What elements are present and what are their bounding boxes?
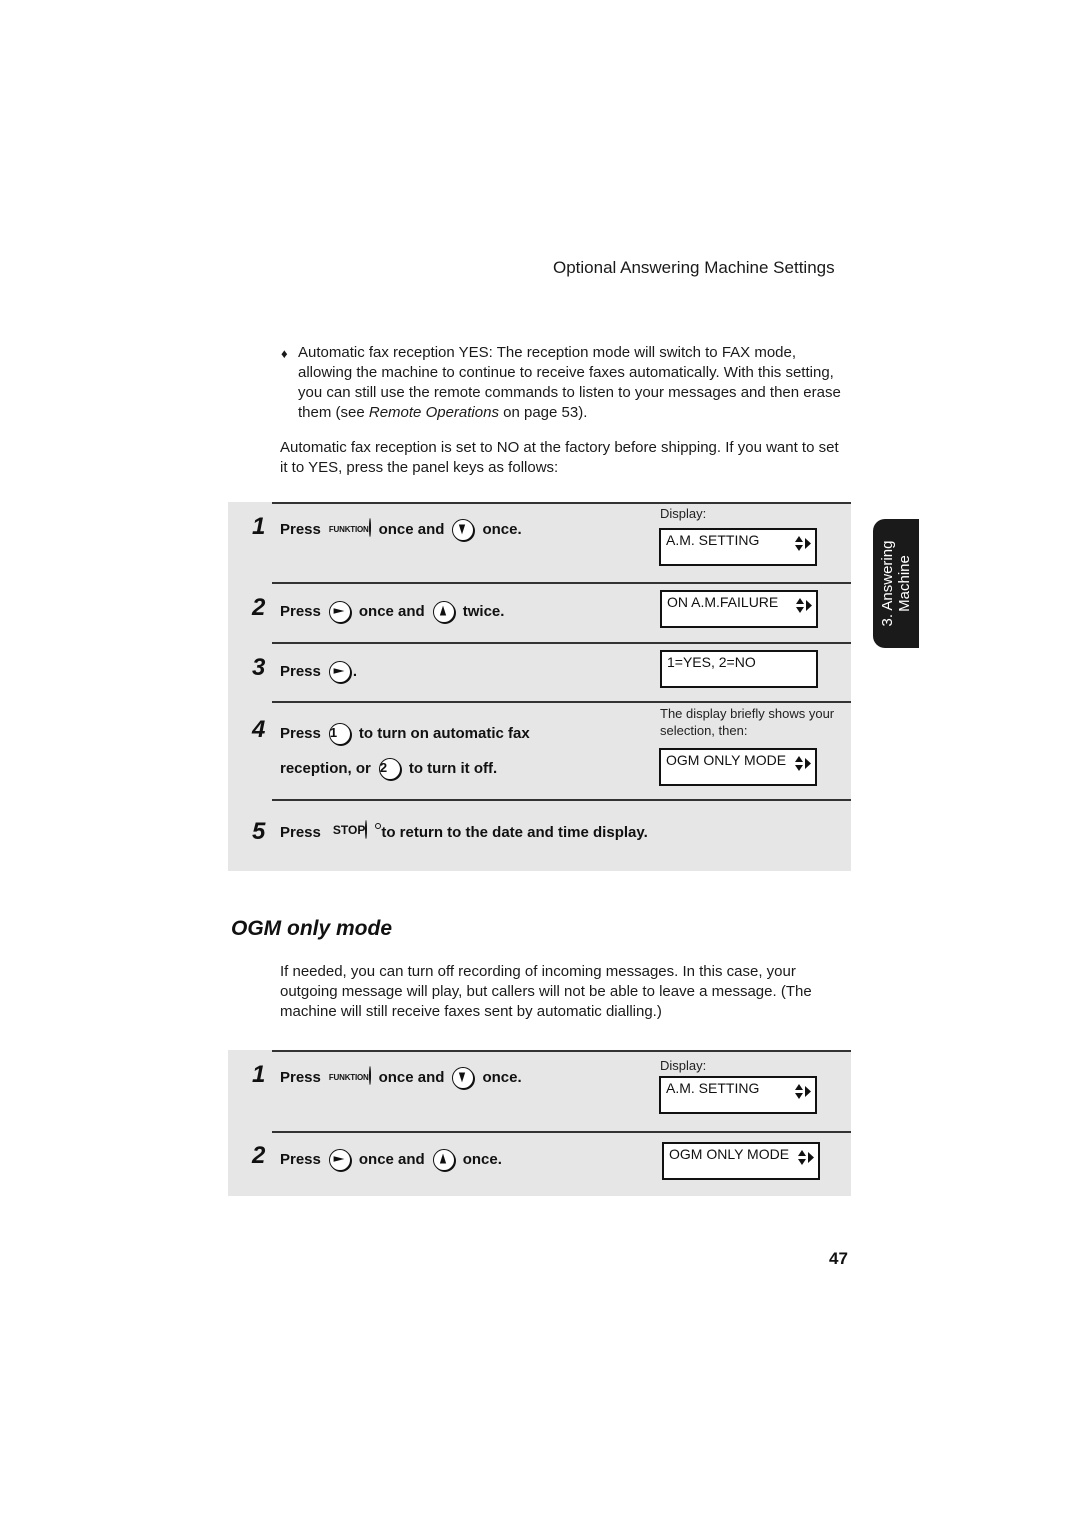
chapter-thumb-tab: 3. Answering Machine: [873, 519, 919, 648]
right-arrow-key-icon: [328, 601, 351, 623]
right-arrow-key-icon: [328, 661, 351, 683]
lcd-arrows-icon: [794, 754, 812, 774]
intro-paragraph: Automatic fax reception is set to NO at …: [280, 439, 839, 476]
step-1-instruction: Press FUNKTION once and once.: [280, 1065, 522, 1089]
display-caption: Display:: [660, 1058, 707, 1073]
bullet-diamond-icon: ♦: [281, 346, 288, 361]
step-2-instruction: Press once and twice.: [280, 600, 504, 623]
bullet-paragraph: Automatic fax reception YES: The recepti…: [298, 344, 841, 421]
divider: [272, 642, 851, 644]
lcd-display: OGM ONLY MODE: [659, 748, 817, 786]
display-caption: Display:: [660, 506, 707, 521]
page-number: 47: [829, 1249, 848, 1268]
cross-reference: Remote Operations: [368, 404, 499, 421]
up-arrow-key-icon: [432, 1149, 455, 1171]
lcd-display: 1=YES, 2=NO: [660, 650, 818, 688]
step-5-instruction: Press STOP to return to the date and tim…: [280, 820, 648, 841]
step-1-instruction: Press FUNKTION once and once.: [280, 517, 522, 541]
step-number: 5: [252, 818, 266, 845]
up-arrow-key-icon: [432, 601, 455, 623]
stop-key-icon: STOP: [333, 820, 368, 839]
page-header-title: Optional Answering Machine Settings: [553, 258, 835, 277]
step-number: 2: [252, 594, 266, 621]
step-4-instruction-line1: Press 1 to turn on automatic fax: [280, 722, 530, 745]
divider: [272, 701, 851, 703]
key-1-icon: 1: [328, 723, 351, 745]
lcd-arrows-icon: [794, 534, 812, 554]
step-number: 1: [252, 1061, 266, 1088]
procedure-panel-ogm-only: 1 Press FUNKTION once and once. Display:…: [228, 1050, 851, 1196]
funktion-key-icon: FUNKTION: [329, 517, 371, 537]
lcd-display: OGM ONLY MODE: [662, 1142, 820, 1180]
key-2-icon: 2: [378, 758, 401, 780]
step-number: 3: [252, 654, 266, 681]
divider: [272, 582, 851, 584]
procedure-panel-auto-fax: 1 Press FUNKTION once and once. Display:…: [228, 502, 851, 871]
right-arrow-key-icon: [328, 1149, 351, 1171]
lcd-arrows-icon: [794, 1082, 812, 1102]
step-number: 2: [252, 1142, 266, 1169]
lcd-arrows-icon: [795, 596, 813, 616]
divider: [272, 799, 851, 801]
lcd-arrows-icon: [797, 1148, 815, 1168]
step-4-instruction-line2: reception, or 2 to turn it off.: [280, 757, 497, 780]
section-heading: OGM only mode: [231, 917, 393, 940]
lcd-display: A.M. SETTING: [659, 1076, 817, 1114]
section-paragraph: If needed, you can turn off recording of…: [280, 963, 812, 1020]
divider: [272, 502, 851, 504]
step-3-instruction: Press .: [280, 660, 357, 683]
lcd-display: ON A.M.FAILURE: [660, 590, 818, 628]
divider: [272, 1131, 851, 1133]
down-arrow-key-icon: [452, 519, 475, 541]
chapter-tab-line2: Machine: [896, 555, 913, 612]
lcd-display: A.M. SETTING: [659, 528, 817, 566]
chapter-tab-line1: 3. Answering: [879, 540, 896, 627]
divider: [272, 1050, 851, 1052]
funktion-key-icon: FUNKTION: [329, 1065, 371, 1085]
down-arrow-key-icon: [452, 1067, 475, 1089]
step-number: 1: [252, 513, 266, 540]
step-number: 4: [252, 716, 266, 743]
step-2-instruction: Press once and once.: [280, 1148, 502, 1171]
display-note: The display briefly shows your selection…: [660, 706, 835, 738]
